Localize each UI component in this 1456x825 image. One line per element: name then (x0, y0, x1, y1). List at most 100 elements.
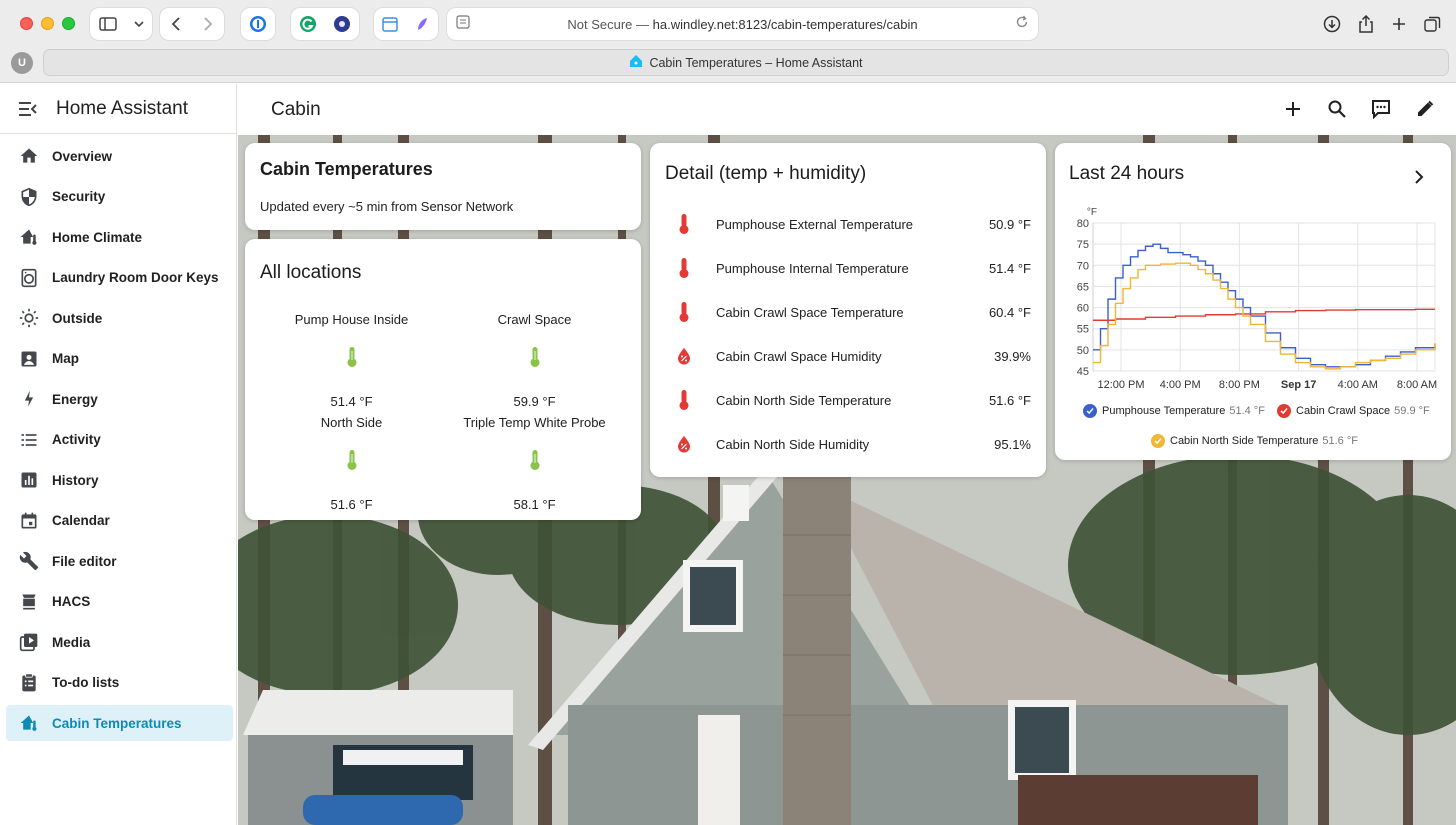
sidebar-item-home-climate[interactable]: Home Climate (6, 219, 233, 255)
sidebar-item-label: Energy (52, 391, 98, 407)
add-icon[interactable] (1281, 97, 1305, 121)
washer-icon (6, 268, 52, 288)
minimize-window-button[interactable] (41, 17, 54, 30)
thermometer-icon (443, 445, 626, 475)
x-tick-label: 8:00 PM (1219, 379, 1260, 391)
page-menu-icon[interactable] (456, 14, 470, 34)
legend-label: Pumphouse Temperature (1102, 405, 1226, 417)
entity-value: 51.4 °F (988, 260, 1031, 276)
entity-value: 51.6 °F (988, 392, 1031, 408)
sidebar-item-laundry-room-door-keys[interactable]: Laundry Room Door Keys (6, 260, 233, 296)
location-crawl-space[interactable]: Crawl Space 59.9 °F (443, 312, 626, 409)
sidebar-item-file-editor[interactable]: File editor (6, 543, 233, 579)
password-manager-icon[interactable] (249, 15, 267, 33)
home-icon (6, 146, 52, 166)
extension-badge-icon[interactable] (333, 15, 351, 33)
search-icon[interactable] (1325, 97, 1349, 121)
top-app-bar: Cabin (238, 84, 1456, 135)
entity-row-cabin-north-side-humidity[interactable]: Cabin North Side Humidity 95.1% (664, 422, 1031, 466)
zoom-window-button[interactable] (62, 17, 75, 30)
x-tick-label: Sep 17 (1281, 379, 1316, 391)
entity-value: 95.1% (994, 436, 1031, 452)
history-chart[interactable]: 45 50 55 60 65 70 75 80°F 12:00 PM 4:00 PM 8:00 PM… (1055, 201, 1451, 401)
sidebar-item-energy[interactable]: Energy (6, 381, 233, 417)
x-tick-label: 12:00 PM (1097, 379, 1144, 391)
entity-row-cabin-crawl-space-humidity[interactable]: Cabin Crawl Space Humidity 39.9% (664, 334, 1031, 378)
y-tick-label: 50 (1077, 345, 1089, 357)
sidebar-item-cabin-temperatures[interactable]: Cabin Temperatures (6, 705, 233, 741)
location-triple-temp-white-probe[interactable]: Triple Temp White Probe 58.1 °F (443, 415, 626, 512)
water-percent-icon (664, 347, 704, 365)
y-tick-label: 45 (1077, 366, 1089, 378)
sidebar-toggle-group[interactable] (90, 8, 152, 40)
sidebar-item-security[interactable]: Security (6, 179, 233, 215)
entity-name: Pumphouse Internal Temperature (716, 260, 909, 276)
sidebar-item-map[interactable]: Map (6, 341, 233, 377)
sidebar-item-history[interactable]: History (6, 462, 233, 498)
sidebar-item-overview[interactable]: Overview (6, 138, 233, 174)
location-value: 51.4 °F (330, 394, 373, 409)
chevron-right-icon[interactable] (1414, 170, 1424, 189)
info-card-title: Cabin Temperatures (260, 159, 433, 179)
edit-icon[interactable] (1413, 97, 1437, 121)
view-title: Cabin (271, 98, 321, 120)
sidebar-item-label: History (52, 472, 99, 488)
sidebar-item-media[interactable]: Media (6, 624, 233, 660)
legend-value: 51.4 °F (1229, 405, 1265, 417)
sidebar-item-label: Cabin Temperatures (52, 715, 182, 731)
sidebar-item-activity[interactable]: Activity (6, 422, 233, 458)
entity-value: 50.9 °F (988, 216, 1031, 232)
entity-name: Cabin North Side Temperature (716, 392, 892, 408)
sidebar-item-hacs[interactable]: HACS (6, 584, 233, 620)
share-icon[interactable] (1354, 12, 1378, 36)
legend-value: 51.6 °F (1322, 435, 1358, 447)
address-bar[interactable]: Not Secure — ha.windley.net:8123/cabin-t… (447, 8, 1038, 40)
legend-item-pumphouse-temperature[interactable]: Pumphouse Temperature 51.4 °F (1083, 404, 1265, 418)
password-extension-button[interactable] (241, 8, 275, 40)
legend-item-cabin-north-side-temperature[interactable]: Cabin North Side Temperature 51.6 °F (1151, 434, 1358, 448)
y-tick-label: 80 (1077, 218, 1089, 230)
tab-overview-icon[interactable] (1420, 12, 1444, 36)
sidebar-item-calendar[interactable]: Calendar (6, 503, 233, 539)
location-north-side[interactable]: North Side 51.6 °F (260, 415, 443, 512)
new-tab-icon[interactable] (1387, 12, 1411, 36)
sidebar-item-label: Security (52, 189, 106, 204)
sidebar: Home Assistant Overview Security Home Cl… (0, 84, 237, 825)
sidebar-item-to-do-lists[interactable]: To-do lists (6, 665, 233, 701)
location-pump-house-inside[interactable]: Pump House Inside 51.4 °F (260, 312, 443, 409)
location-name: North Side (320, 415, 383, 430)
tab-title: Cabin Temperatures – Home Assistant (649, 55, 863, 70)
entity-row-pumphouse-internal-temperature[interactable]: Pumphouse Internal Temperature 51.4 °F (664, 246, 1031, 290)
forward-icon[interactable] (203, 16, 213, 32)
url-text[interactable]: Not Secure — ha.windley.net:8123/cabin-t… (470, 17, 1015, 32)
back-icon[interactable] (171, 16, 181, 32)
entity-row-pumphouse-external-temperature[interactable]: Pumphouse External Temperature 50.9 °F (664, 202, 1031, 246)
sidebar-toggle-icon[interactable] (98, 17, 117, 31)
check-icon (1151, 434, 1165, 448)
chevron-down-icon[interactable] (133, 20, 144, 28)
legend-item-cabin-crawl-space[interactable]: Cabin Crawl Space 59.9 °F (1277, 404, 1430, 418)
download-icon[interactable] (1320, 12, 1344, 36)
active-tab[interactable]: Cabin Temperatures – Home Assistant (43, 49, 1449, 76)
menu-icon[interactable] (0, 101, 56, 117)
entity-row-cabin-crawl-space-temperature[interactable]: Cabin Crawl Space Temperature 60.4 °F (664, 290, 1031, 334)
sidebar-item-outside[interactable]: Outside (6, 300, 233, 336)
x-tick-label: 4:00 AM (1338, 379, 1378, 391)
shield-icon (6, 187, 52, 207)
close-window-button[interactable] (20, 17, 33, 30)
grammarly-icon[interactable] (299, 15, 317, 33)
profile-badge[interactable]: U (11, 52, 33, 74)
home-assistant-favicon (629, 54, 643, 71)
reload-icon[interactable] (1015, 15, 1029, 34)
location-value: 51.6 °F (330, 497, 373, 512)
history-card-title[interactable]: Last 24 hours (1069, 163, 1184, 185)
thermometer-icon (664, 301, 704, 323)
entity-row-cabin-north-side-temperature[interactable]: Cabin North Side Temperature 51.6 °F (664, 378, 1031, 422)
feather-extension-icon[interactable] (414, 16, 430, 32)
x-tick-label: 8:00 AM (1397, 379, 1437, 391)
assist-icon[interactable] (1369, 97, 1393, 121)
y-tick-label: 75 (1077, 239, 1089, 251)
extension-group-2 (374, 8, 438, 40)
calendar-extension-icon[interactable] (382, 16, 398, 32)
map-icon (6, 349, 52, 369)
